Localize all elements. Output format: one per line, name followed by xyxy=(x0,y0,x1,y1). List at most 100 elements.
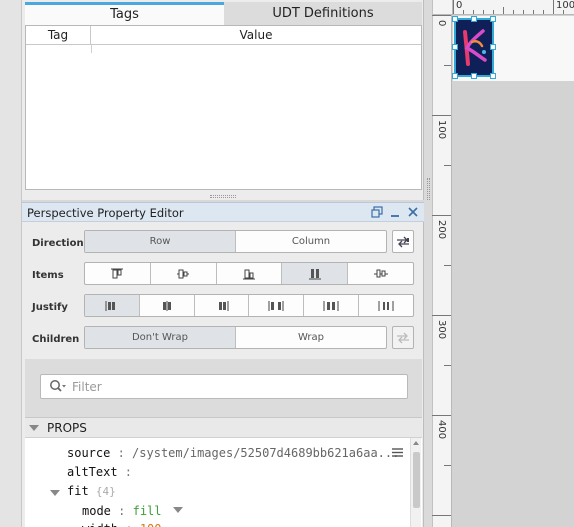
resize-handle[interactable] xyxy=(490,16,496,22)
justify-space-around-icon xyxy=(323,300,339,311)
ruler-tick xyxy=(432,115,451,116)
filter-input[interactable]: Filter xyxy=(40,374,408,399)
ruler-tick xyxy=(444,265,451,266)
ruler-tick xyxy=(432,315,451,316)
prop-separator: : xyxy=(110,504,133,518)
tab-udt-definitions[interactable]: UDT Definitions xyxy=(224,2,422,25)
wrap-button[interactable]: Wrap xyxy=(236,327,386,348)
ruler-tick xyxy=(444,365,451,366)
ruler-label: 0 xyxy=(436,20,447,27)
props-scrollbar[interactable] xyxy=(410,438,421,527)
resize-handle[interactable] xyxy=(490,44,496,50)
justify-space-evenly-button[interactable] xyxy=(359,295,413,316)
tag-table[interactable]: Tag Value xyxy=(25,25,422,190)
prop-value-width[interactable]: 100 xyxy=(140,522,162,527)
props-tree: PROPS source : /system/images/52507d4689… xyxy=(25,417,422,527)
justify-center-button[interactable] xyxy=(140,295,195,316)
direction-column-button[interactable]: Column xyxy=(236,231,386,252)
divider-grip[interactable] xyxy=(427,178,430,200)
left-dock-gutter xyxy=(0,0,22,527)
scroll-up-icon[interactable] xyxy=(413,441,419,445)
align-items-center-button[interactable] xyxy=(151,263,217,284)
ruler-tick xyxy=(444,65,451,66)
direction-row-button[interactable]: Row xyxy=(85,231,236,252)
justify-space-around-button[interactable] xyxy=(304,295,360,316)
column-header-value[interactable]: Value xyxy=(91,26,421,45)
filter-area: Filter xyxy=(25,359,422,417)
mode-dropdown-icon[interactable] xyxy=(172,507,183,513)
ruler-tick xyxy=(444,165,451,166)
justify-start-icon xyxy=(105,300,115,311)
prop-key-alttext: altText xyxy=(67,465,118,479)
collapse-triangle-icon[interactable] xyxy=(29,425,39,431)
align-items-toggle xyxy=(84,262,414,285)
justify-label: Justify xyxy=(32,302,68,313)
ruler-label: 0 xyxy=(456,0,463,11)
dock-divider[interactable] xyxy=(424,0,433,527)
ruler-tick xyxy=(513,10,514,14)
justify-toggle xyxy=(84,294,414,317)
align-baseline-icon xyxy=(373,269,388,277)
design-canvas[interactable]: 0 100 0 100 200 300 400 xyxy=(432,0,574,527)
tab-tags[interactable]: Tags xyxy=(25,2,224,25)
prop-row-fit[interactable]: fit {4} xyxy=(67,484,452,503)
float-window-icon[interactable] xyxy=(370,205,384,219)
ruler-tick xyxy=(432,215,451,216)
ruler-tick xyxy=(432,15,451,16)
wrap-toggle: Don't Wrap Wrap xyxy=(84,326,387,349)
align-items-stretch-button[interactable] xyxy=(282,263,349,284)
ruler-tick xyxy=(553,0,554,14)
resize-handle[interactable] xyxy=(452,44,458,50)
swap-arrows-icon xyxy=(397,332,409,343)
resize-handle[interactable] xyxy=(490,73,496,79)
prop-separator: : xyxy=(110,446,133,460)
props-section-header[interactable]: PROPS xyxy=(25,418,422,438)
image-component[interactable] xyxy=(452,16,496,79)
close-icon[interactable] xyxy=(406,205,420,219)
ruler-tick xyxy=(444,465,451,466)
prop-separator: : xyxy=(117,465,133,479)
align-items-end-button[interactable] xyxy=(217,263,283,284)
align-start-icon xyxy=(111,268,124,278)
justify-space-between-icon xyxy=(268,300,284,311)
scrollbar-thumb[interactable] xyxy=(413,452,420,508)
prop-key-width: width xyxy=(82,522,118,527)
resize-handle[interactable] xyxy=(471,16,477,22)
minimize-icon[interactable] xyxy=(388,205,402,219)
ruler-tick xyxy=(503,7,504,14)
ruler-tick xyxy=(493,10,494,14)
justify-center-icon xyxy=(162,300,171,311)
ruler-tick xyxy=(432,415,451,416)
expand-fit-triangle-icon[interactable] xyxy=(50,490,60,496)
align-items-baseline-button[interactable] xyxy=(348,263,413,284)
align-items-start-button[interactable] xyxy=(85,263,151,284)
reverse-direction-button[interactable] xyxy=(392,230,414,253)
vertical-ruler: 0 100 200 300 400 xyxy=(432,15,452,527)
justify-start-button[interactable] xyxy=(85,295,140,316)
justify-end-button[interactable] xyxy=(195,295,250,316)
ruler-label: 400 xyxy=(436,420,447,440)
ruler-label: 100 xyxy=(556,0,574,11)
ruler-label: 300 xyxy=(436,320,447,340)
prop-count-fit: {4} xyxy=(95,485,116,498)
direction-label: Direction xyxy=(32,238,84,249)
reverse-wrap-button[interactable] xyxy=(392,326,414,349)
prop-row-alttext[interactable]: altText : xyxy=(67,465,452,484)
list-menu-icon[interactable] xyxy=(392,448,403,457)
column-header-tag[interactable]: Tag xyxy=(26,26,91,45)
justify-space-evenly-icon xyxy=(378,300,394,311)
ruler-tick xyxy=(563,10,564,14)
dont-wrap-button[interactable]: Don't Wrap xyxy=(85,327,236,348)
panel-splitter-grip[interactable] xyxy=(210,195,236,198)
ruler-tick xyxy=(483,10,484,14)
prop-key-mode: mode xyxy=(82,504,111,518)
align-end-icon xyxy=(242,269,255,279)
prop-value-mode[interactable]: fill xyxy=(133,504,162,518)
ruler-tick xyxy=(523,10,524,14)
resize-handle[interactable] xyxy=(471,73,477,79)
resize-handle[interactable] xyxy=(452,16,458,22)
prop-value-source[interactable]: /system/images/52507d4689bb621a6aa... xyxy=(132,446,399,460)
resize-handle[interactable] xyxy=(452,73,458,79)
justify-space-between-button[interactable] xyxy=(249,295,305,316)
children-label: Children xyxy=(32,334,80,345)
